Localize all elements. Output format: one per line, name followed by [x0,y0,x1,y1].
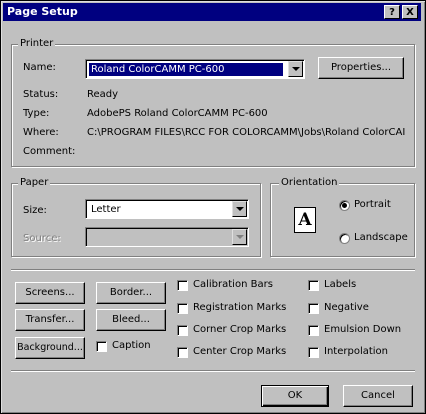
background-button[interactable]: Background... [15,337,85,359]
printer-legend: Printer [18,38,56,50]
help-icon[interactable]: ? [384,5,400,19]
close-icon[interactable]: X [402,5,418,19]
portrait-radio[interactable] [339,200,350,211]
paper-size-value: Letter [91,204,121,215]
printer-name-label: Name: [23,62,56,73]
orientation-legend: Orientation [279,177,340,189]
corner-crop-marks-label[interactable]: Corner Crop Marks [193,324,286,336]
landscape-radio[interactable] [339,233,350,244]
where-value: C:\PROGRAM FILES\RCC FOR COLORCAMM\Jobs\… [87,127,406,138]
interpolation-label[interactable]: Interpolation [324,346,388,358]
paper-source-label: Source: [23,233,61,244]
orientation-group: Orientation [270,177,415,257]
chevron-down-icon[interactable] [288,61,303,77]
landscape-label[interactable]: Landscape [354,232,408,244]
negative-label[interactable]: Negative [324,302,369,314]
calibration-bars-label[interactable]: Calibration Bars [193,279,273,291]
center-crop-marks-checkbox[interactable] [177,347,188,358]
paper-legend: Paper [18,177,51,189]
calibration-bars-checkbox[interactable] [177,280,188,291]
emulsion-down-checkbox[interactable] [308,325,319,336]
paper-size-dropdown[interactable]: Letter [85,199,249,219]
corner-crop-marks-checkbox[interactable] [177,325,188,336]
status-label: Status: [23,89,59,100]
chevron-down-icon[interactable] [232,229,247,245]
transfer-button[interactable]: Transfer... [15,309,85,331]
status-value: Ready [87,89,119,100]
title-buttons: ? X [384,5,418,19]
screens-button[interactable]: Screens... [15,282,85,304]
title-bar[interactable]: Page Setup ? X [3,3,421,21]
center-crop-marks-label[interactable]: Center Crop Marks [193,346,286,358]
chevron-down-icon[interactable] [232,201,247,217]
caption-checkbox[interactable] [96,341,107,352]
printer-name-value: Roland ColorCAMM PC-600 [89,63,283,76]
negative-checkbox[interactable] [308,303,319,314]
page-setup-dialog: Page Setup ? X Printer Name: Roland Colo… [0,0,426,414]
separator-bottom [11,370,415,372]
paper-size-label: Size: [23,205,47,216]
registration-marks-checkbox[interactable] [177,303,188,314]
paper-source-dropdown[interactable] [85,227,249,247]
where-label: Where: [23,127,59,138]
cancel-button[interactable]: Cancel [343,385,413,407]
interpolation-checkbox[interactable] [308,347,319,358]
separator-top [11,269,415,271]
portrait-label[interactable]: Portrait [354,199,391,211]
comment-label: Comment: [23,146,76,157]
dialog-title: Page Setup [7,5,78,18]
registration-marks-label[interactable]: Registration Marks [193,302,286,314]
type-value: AdobePS Roland ColorCAMM PC-600 [87,108,268,119]
printer-name-dropdown[interactable]: Roland ColorCAMM PC-600 [85,59,305,79]
type-label: Type: [23,108,50,119]
caption-label[interactable]: Caption [112,340,151,352]
ok-button[interactable]: OK [261,385,329,407]
bleed-button[interactable]: Bleed... [96,309,166,331]
border-button[interactable]: Border... [96,282,166,304]
labels-checkbox[interactable] [308,280,319,291]
labels-label[interactable]: Labels [324,279,356,291]
emulsion-down-label[interactable]: Emulsion Down [324,324,401,336]
properties-button[interactable]: Properties... [318,57,404,79]
portrait-page-icon: A [294,207,316,233]
paper-source-value [89,231,93,244]
